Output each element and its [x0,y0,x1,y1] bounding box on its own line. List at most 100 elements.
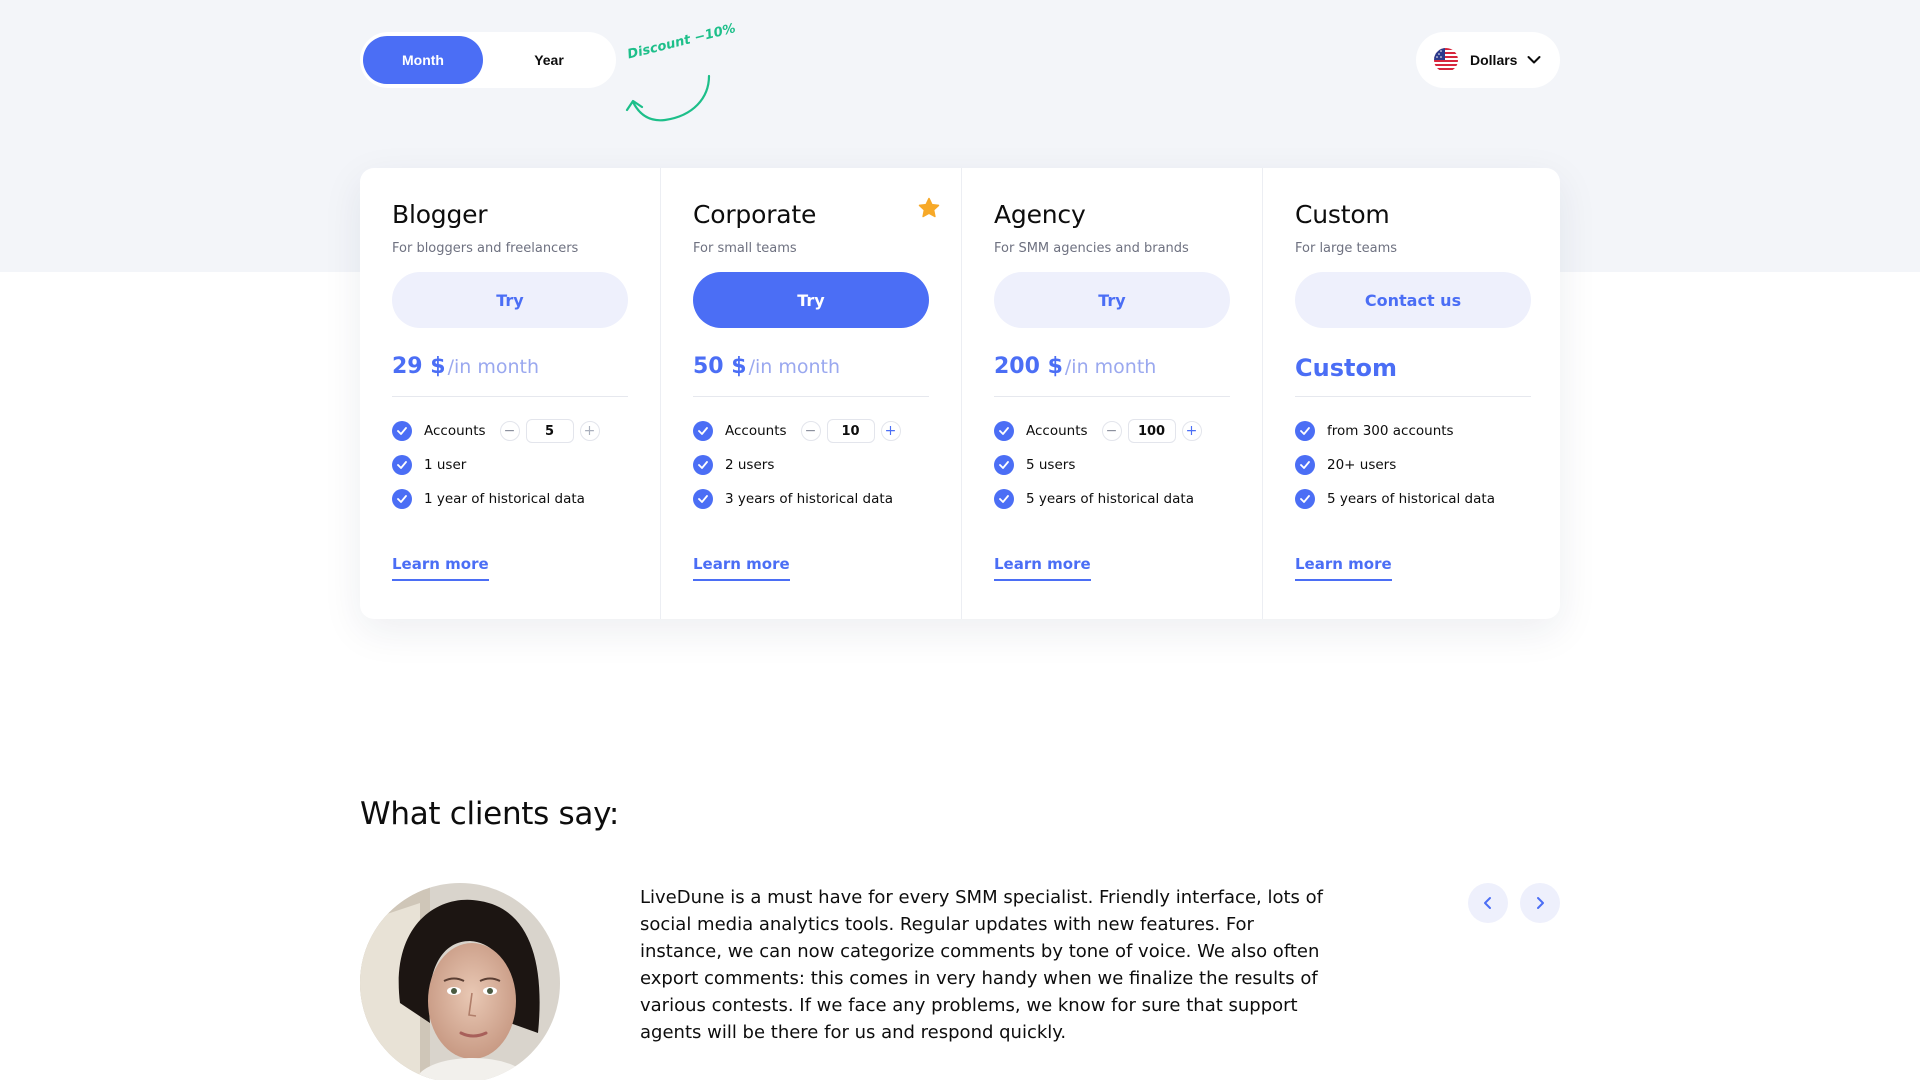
plan-name: Corporate [693,200,817,229]
price: 29 $ [392,354,446,379]
price-unit: /in month [748,356,841,378]
plan-card-agency: Agency For SMM agencies and brands Try 2… [962,168,1263,619]
plan-card-custom: Custom For large teams Contact us Custom… [1263,168,1563,619]
feature-item: 3 years of historical data [693,489,929,509]
divider [994,396,1230,397]
chevron-down-icon [1527,56,1541,64]
pricing-cards: Blogger For bloggers and freelancers Try… [360,168,1560,619]
feature-item: 5 years of historical data [994,489,1230,509]
check-icon [693,455,713,475]
plan-description: For SMM agencies and brands [994,241,1189,256]
accounts-stepper: − 10 + [800,419,901,443]
increment-button[interactable]: + [880,421,901,441]
feature-item: 1 user [392,455,628,475]
feature-item: 20+ users [1295,455,1531,475]
learn-more-link[interactable]: Learn more [693,555,790,581]
currency-label: Dollars [1470,52,1518,68]
accounts-label: Accounts [1026,423,1088,439]
chevron-right-icon [1537,897,1544,909]
decrement-button[interactable]: − [800,421,821,441]
star-icon [918,197,940,218]
feature-item: 5 users [994,455,1230,475]
feature-accounts: Accounts − 5 + [392,419,628,443]
price-row: 50 $ /in month [693,354,929,386]
price-row: 200 $ /in month [994,354,1230,386]
price-unit: /in month [1064,356,1157,378]
feature-item: 2 users [693,455,929,475]
plan-description: For small teams [693,241,797,256]
feature-text: 5 years of historical data [1026,491,1194,507]
accounts-stepper: − 100 + [1101,419,1202,443]
previous-button[interactable] [1468,883,1508,923]
feature-text: 5 users [1026,457,1076,473]
avatar [360,883,560,1080]
check-icon [1295,421,1315,441]
billing-period-toggle: Month Year [360,32,616,88]
increment-button[interactable]: + [1181,421,1202,441]
price-row: 29 $ /in month [392,354,628,386]
year-toggle-button[interactable]: Year [489,36,609,84]
accounts-label: Accounts [725,423,787,439]
learn-more-link[interactable]: Learn more [994,555,1091,581]
feature-text: 3 years of historical data [725,491,893,507]
pricing-page: Month Year Discount −10% Dollars Blogger… [360,0,1560,1080]
plan-name: Blogger [392,200,488,229]
section-title: What clients say: [360,796,620,832]
feature-item: 5 years of historical data [1295,489,1531,509]
check-icon [693,421,713,441]
feature-accounts: Accounts − 10 + [693,419,929,443]
check-icon [1295,455,1315,475]
feature-text: 1 user [424,457,467,473]
feature-text: 2 users [725,457,775,473]
feature-text: from 300 accounts [1327,423,1454,439]
currency-dropdown[interactable]: Dollars [1416,32,1560,88]
feature-accounts: Accounts − 100 + [994,419,1230,443]
chevron-left-icon [1484,897,1491,909]
try-button[interactable]: Try [994,272,1230,328]
divider [693,396,929,397]
decrement-button[interactable]: − [499,421,520,441]
try-button[interactable]: Try [392,272,628,328]
feature-text: 5 years of historical data [1327,491,1495,507]
feature-text: 1 year of historical data [424,491,585,507]
check-icon [693,489,713,509]
plan-name: Custom [1295,200,1390,229]
divider [1295,396,1531,397]
price-unit: /in month [447,356,540,378]
check-icon [994,455,1014,475]
check-icon [392,489,412,509]
decrement-button[interactable]: − [1101,421,1122,441]
price: 50 $ [693,354,747,379]
price: 200 $ [994,354,1063,379]
check-icon [392,421,412,441]
check-icon [392,455,412,475]
divider [392,396,628,397]
price: Custom [1295,354,1397,382]
check-icon [994,489,1014,509]
plan-description: For bloggers and freelancers [392,241,579,256]
accounts-input[interactable]: 5 [525,419,574,443]
next-button[interactable] [1520,883,1560,923]
check-icon [1295,489,1315,509]
increment-button[interactable]: + [579,421,600,441]
feature-list: Accounts − 10 + 2 users 3 years of histo… [693,419,929,509]
plan-card-corporate: Corporate For small teams Try 50 $ /in m… [661,168,962,619]
plan-name: Agency [994,200,1086,229]
feature-list: Accounts − 5 + 1 user 1 year of historic… [392,419,628,509]
accounts-stepper: − 5 + [499,419,600,443]
plan-description: For large teams [1295,241,1398,256]
learn-more-link[interactable]: Learn more [392,555,489,581]
contact-us-button[interactable]: Contact us [1295,272,1531,328]
accounts-label: Accounts [424,423,486,439]
learn-more-link[interactable]: Learn more [1295,555,1392,581]
try-button[interactable]: Try [693,272,929,328]
feature-text: 20+ users [1327,457,1397,473]
feature-list: from 300 accounts 20+ users 5 years of h… [1295,421,1531,509]
price-row: Custom [1295,354,1531,386]
us-flag-icon [1434,48,1458,72]
testimonial-quote: LiveDune is a must have for every SMM sp… [640,887,1323,1043]
month-toggle-button[interactable]: Month [363,36,483,84]
plan-card-blogger: Blogger For bloggers and freelancers Try… [360,168,661,619]
accounts-input[interactable]: 10 [826,419,875,443]
accounts-input[interactable]: 100 [1127,419,1176,443]
